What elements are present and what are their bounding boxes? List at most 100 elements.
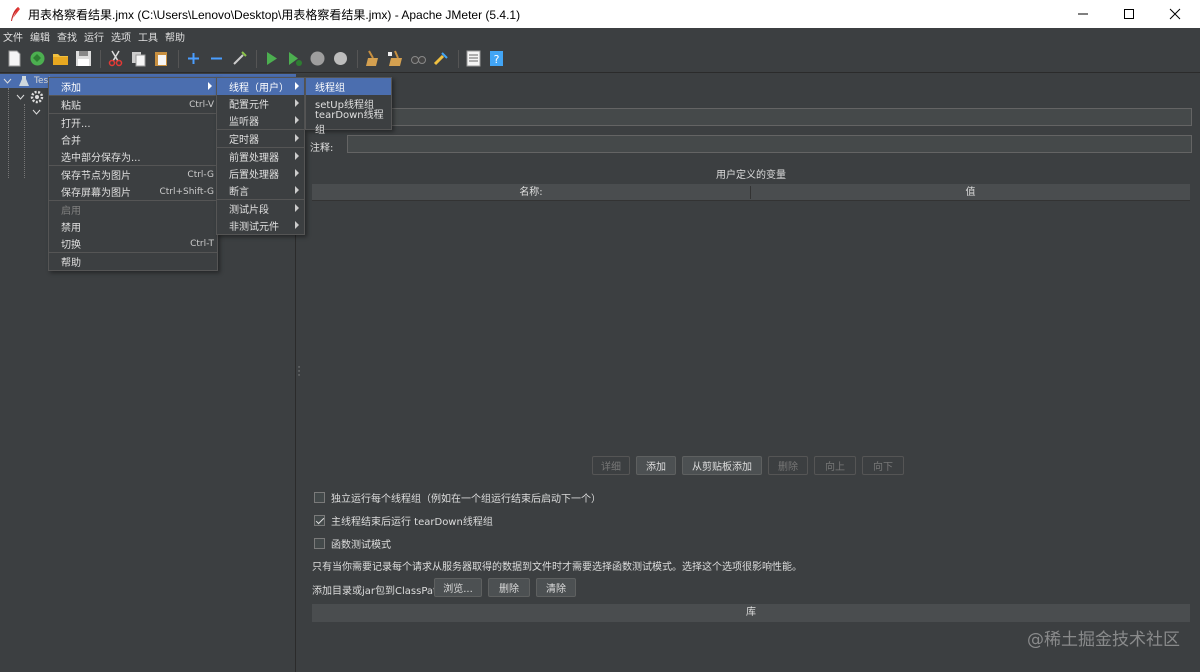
clear-all-button[interactable]: [385, 49, 405, 69]
add-from-clipboard-button[interactable]: 从剪贴板添加: [682, 456, 762, 475]
move-down-button[interactable]: 向下: [862, 456, 904, 475]
name-input[interactable]: [310, 108, 1192, 126]
close-button[interactable]: [1152, 0, 1198, 28]
menu-item-save-screen-image[interactable]: 保存屏幕为图片 Ctrl+Shift-G: [49, 183, 217, 200]
menu-item-toggle-shortcut: Ctrl-T: [190, 238, 214, 249]
submenu-item-threads[interactable]: 线程（用户）: [217, 78, 304, 95]
new-file-icon: [8, 50, 20, 67]
shutdown-button[interactable]: [330, 49, 350, 69]
broom-clear-icon: [365, 50, 378, 66]
broom-clear-all-icon: [387, 50, 402, 66]
binoculars-icon: [410, 56, 426, 64]
stop-button[interactable]: [307, 49, 327, 69]
functional-mode-checkbox[interactable]: [314, 538, 325, 549]
detail-button[interactable]: 详细: [592, 456, 630, 475]
menu-search[interactable]: 查找: [54, 29, 81, 44]
tree-node-child[interactable]: [32, 105, 41, 119]
comment-input[interactable]: [347, 135, 1192, 153]
add-button[interactable]: 添加: [636, 456, 676, 475]
open-button[interactable]: [50, 49, 70, 69]
save-button[interactable]: [73, 49, 93, 69]
column-name-header[interactable]: 名称:: [312, 184, 750, 201]
add-submenu: 线程（用户） 配置元件 监听器 定时器 前置处理器 后置处理器 断言 测试片段 …: [216, 77, 305, 235]
help-book-icon: ?: [489, 51, 503, 66]
play-no-timers-icon: [288, 52, 302, 66]
column-value-header[interactable]: 值: [751, 184, 1190, 201]
functional-mode-option[interactable]: 函数测试模式: [314, 536, 391, 551]
function-helper-button[interactable]: [463, 49, 483, 69]
menu-item-help[interactable]: 帮助: [49, 253, 217, 270]
submenu-item-non-test[interactable]: 非测试元件: [217, 217, 304, 234]
menu-item-merge[interactable]: 合并: [49, 131, 217, 148]
toggle-button[interactable]: [229, 49, 249, 69]
menu-item-save-node-image[interactable]: 保存节点为图片 Ctrl-G: [49, 166, 217, 183]
splitter-handle[interactable]: · · ·: [297, 364, 301, 381]
tree-guide-line: [8, 88, 9, 178]
submenu-item-timer-label: 定时器: [229, 135, 259, 146]
serialize-thread-groups-checkbox[interactable]: [314, 492, 325, 503]
submenu-item-config[interactable]: 配置元件: [217, 95, 304, 112]
collapse-button[interactable]: [206, 49, 226, 69]
submenu-item-teardown-thread-group[interactable]: tearDown线程组: [306, 110, 391, 136]
watermark: @稀土掘金技术社区: [1027, 630, 1180, 650]
start-no-pause-button[interactable]: [284, 49, 304, 69]
classpath-clear-button[interactable]: 清除: [536, 578, 576, 597]
close-icon: [1169, 8, 1181, 20]
clear-button[interactable]: [362, 49, 382, 69]
menu-help[interactable]: 帮助: [162, 29, 189, 44]
menu-run[interactable]: 运行: [81, 29, 108, 44]
copy-icon: [131, 52, 145, 67]
reset-search-button[interactable]: [431, 49, 451, 69]
menu-item-open[interactable]: 打开...: [49, 114, 217, 131]
toolbar-separator: [178, 49, 179, 68]
menu-tools[interactable]: 工具: [135, 29, 162, 44]
menu-item-toggle[interactable]: 切换 Ctrl-T: [49, 235, 217, 252]
submenu-item-preprocessor[interactable]: 前置处理器: [217, 148, 304, 165]
tree-node-workbench[interactable]: [16, 90, 44, 104]
menu-item-add-label: 添加: [61, 83, 81, 94]
teardown-on-shutdown-option[interactable]: 主线程结束后运行 tearDown线程组: [314, 513, 493, 528]
submenu-item-listener[interactable]: 监听器: [217, 112, 304, 129]
search-button[interactable]: [408, 49, 428, 69]
browse-button[interactable]: 浏览...: [434, 578, 482, 597]
templates-icon: [30, 51, 44, 66]
minimize-button[interactable]: [1060, 0, 1106, 28]
teardown-on-shutdown-label: 主线程结束后运行 tearDown线程组: [331, 517, 493, 528]
submenu-item-test-fragment[interactable]: 测试片段: [217, 200, 304, 217]
user-variables-caption: 用户定义的变量: [716, 170, 786, 181]
templates-button[interactable]: [27, 49, 47, 69]
test-plan-editor: 注释: 用户定义的变量 名称: 值 详细 添加 从剪贴板添加 删除 向上 向下 …: [302, 74, 1200, 672]
expand-button[interactable]: [183, 49, 203, 69]
serialize-thread-groups-label: 独立运行每个线程组（例如在一个组运行结束后启动下一个）: [331, 494, 601, 505]
menu-edit[interactable]: 编辑: [27, 29, 54, 44]
submenu-item-timer[interactable]: 定时器: [217, 130, 304, 147]
variables-table-header: 名称: 值: [312, 184, 1190, 201]
cut-button[interactable]: [105, 49, 125, 69]
submenu-item-assertion-label: 断言: [229, 187, 249, 198]
threads-submenu: 线程组 setUp线程组 tearDown线程组: [305, 77, 392, 136]
move-up-button[interactable]: 向上: [814, 456, 856, 475]
library-table-header: 库: [312, 604, 1190, 622]
menu-options[interactable]: 选项: [108, 29, 135, 44]
classpath-delete-button[interactable]: 删除: [488, 578, 530, 597]
menu-item-paste[interactable]: 粘贴 Ctrl-V: [49, 96, 217, 113]
submenu-item-thread-group[interactable]: 线程组: [306, 78, 391, 95]
teardown-on-shutdown-checkbox[interactable]: [314, 515, 325, 526]
maximize-button[interactable]: [1106, 0, 1152, 28]
submenu-item-postprocessor[interactable]: 后置处理器: [217, 165, 304, 182]
menu-item-enable[interactable]: 启用: [49, 201, 217, 218]
help-button[interactable]: ?: [486, 49, 506, 69]
menu-file[interactable]: 文件: [0, 29, 27, 44]
menu-item-save-selection[interactable]: 选中部分保存为...: [49, 148, 217, 165]
menu-item-disable[interactable]: 禁用: [49, 218, 217, 235]
paste-button[interactable]: [151, 49, 171, 69]
submenu-item-assertion[interactable]: 断言: [217, 182, 304, 199]
svg-text:?: ?: [493, 53, 499, 66]
copy-button[interactable]: [128, 49, 148, 69]
new-button[interactable]: [4, 49, 24, 69]
start-button[interactable]: [261, 49, 281, 69]
play-icon: [266, 52, 277, 65]
delete-button[interactable]: 删除: [768, 456, 808, 475]
menu-item-add[interactable]: 添加: [49, 78, 217, 95]
serialize-thread-groups-option[interactable]: 独立运行每个线程组（例如在一个组运行结束后启动下一个）: [314, 490, 601, 505]
